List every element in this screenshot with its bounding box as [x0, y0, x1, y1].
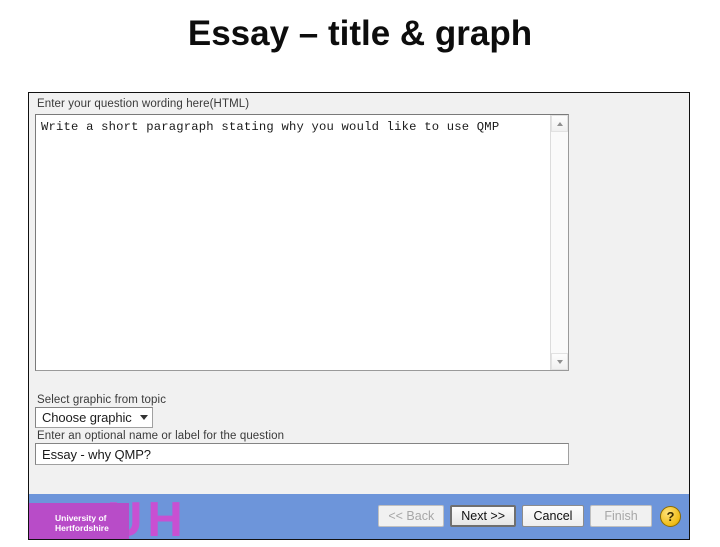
university-logo: UH University of Hertfordshire	[29, 496, 214, 545]
question-wording-text[interactable]: Write a short paragraph stating why you …	[36, 115, 550, 370]
question-name-input[interactable]: Essay - why QMP?	[35, 443, 569, 465]
wizard-button-group: << Back Next >> Cancel Finish ?	[378, 505, 681, 527]
question-wording-label: Enter your question wording here(HTML)	[37, 98, 250, 110]
select-graphic-label: Select graphic from topic	[37, 394, 167, 406]
next-button[interactable]: Next >>	[450, 505, 516, 527]
finish-button[interactable]: Finish	[590, 505, 652, 527]
university-name-line1: University of	[55, 513, 107, 523]
scroll-up-arrow-icon[interactable]	[551, 115, 568, 132]
scrollbar-track[interactable]	[551, 132, 568, 353]
dialog-body: Enter your question wording here(HTML) W…	[29, 93, 689, 545]
question-name-value: Essay - why QMP?	[42, 446, 151, 462]
cancel-button[interactable]: Cancel	[522, 505, 584, 527]
graphic-dropdown-value: Choose graphic	[42, 410, 132, 425]
dialog-footer: << Back Next >> Cancel Finish ? UH Unive…	[29, 494, 689, 545]
arrow-up-glyph	[556, 121, 563, 126]
help-question-icon[interactable]: ?	[660, 505, 681, 527]
question-scrollbar[interactable]	[550, 115, 568, 370]
arrow-down-glyph	[556, 359, 563, 364]
back-button[interactable]: << Back	[378, 505, 445, 527]
scroll-down-arrow-icon[interactable]	[551, 353, 568, 370]
university-name-line2: Hertfordshire	[55, 523, 109, 533]
question-wording-textarea[interactable]: Write a short paragraph stating why you …	[35, 114, 569, 371]
page-title: Essay – title & graph	[187, 14, 533, 53]
question-name-label: Enter an optional name or label for the …	[37, 430, 285, 442]
graphic-dropdown[interactable]: Choose graphic	[35, 407, 153, 428]
university-name: University of Hertfordshire	[55, 513, 109, 533]
question-wizard-dialog: Enter your question wording here(HTML) W…	[28, 92, 690, 545]
logo-color-block: University of Hertfordshire	[29, 503, 129, 539]
chevron-down-icon	[140, 415, 148, 420]
